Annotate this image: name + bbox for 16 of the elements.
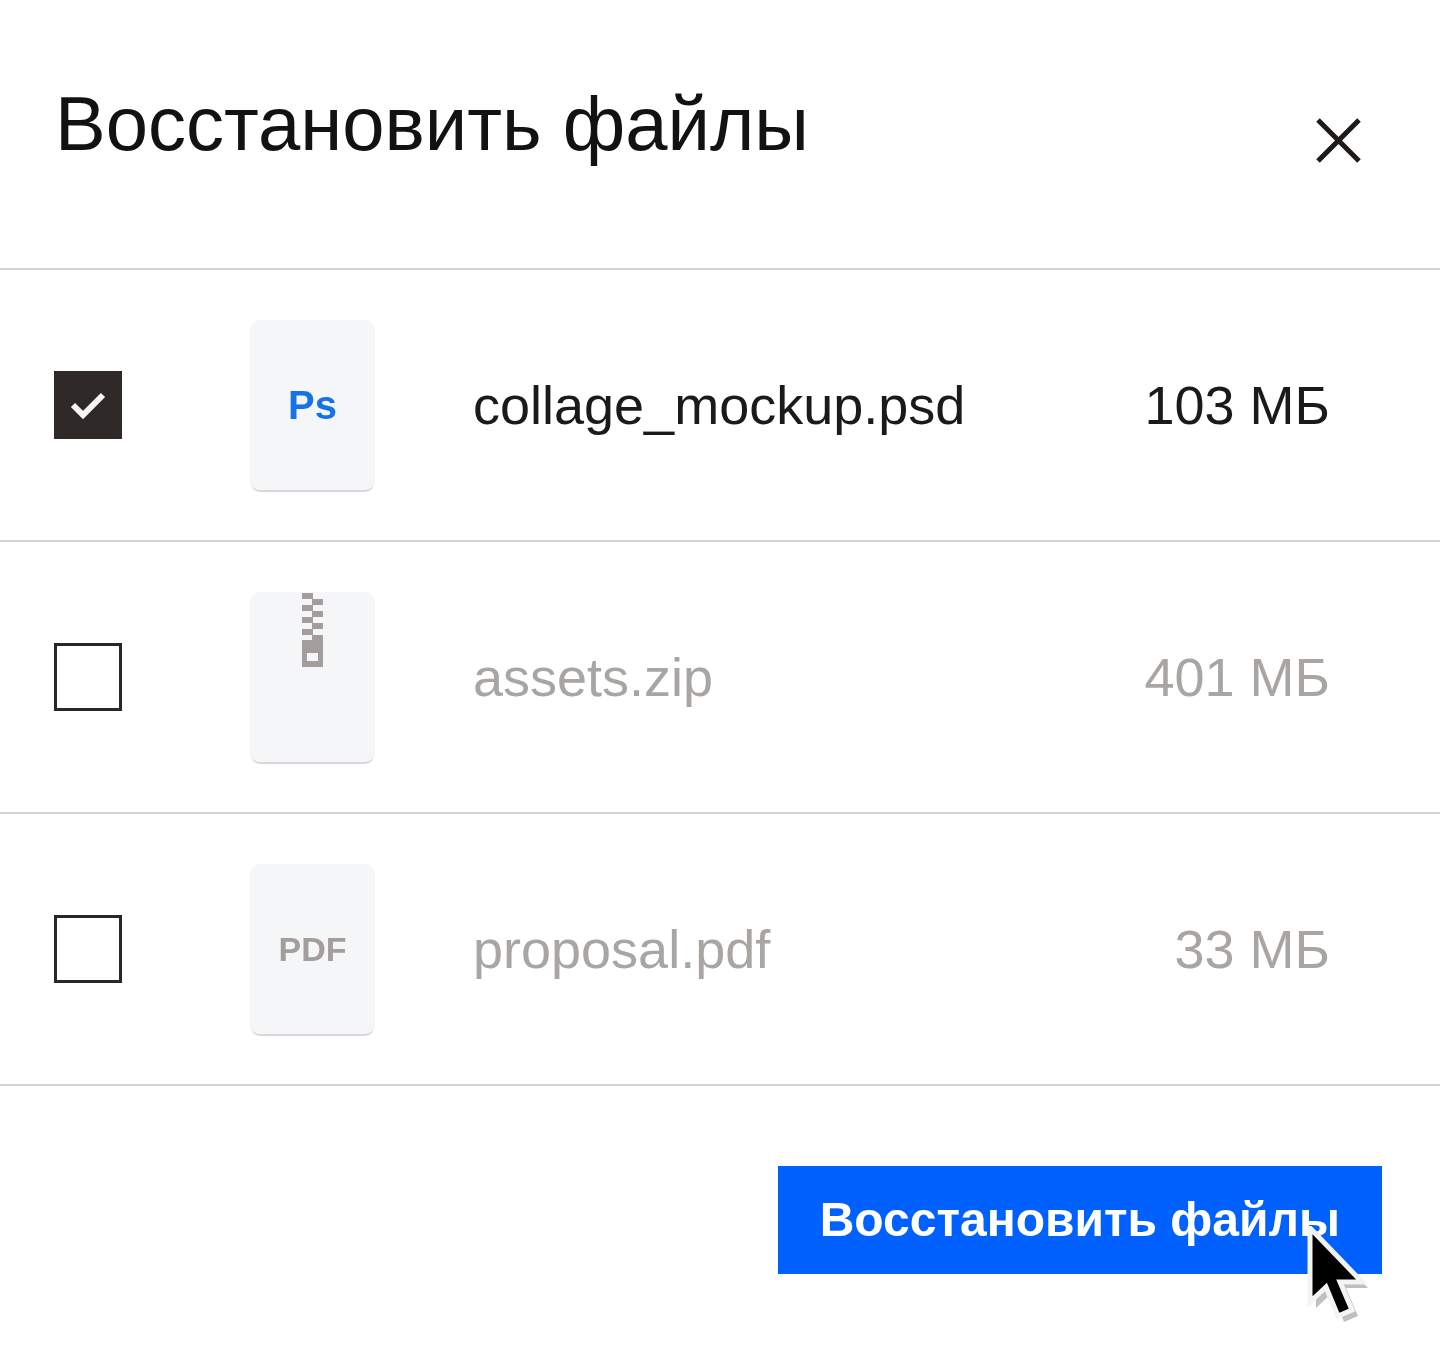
checkbox[interactable] xyxy=(54,371,122,439)
checkbox[interactable] xyxy=(54,915,122,983)
file-name: proposal.pdf xyxy=(473,917,771,981)
close-icon[interactable] xyxy=(1315,117,1362,164)
file-name: assets.zip xyxy=(473,645,714,709)
file-type-label: PDF xyxy=(278,932,347,966)
file-type-label: Ps xyxy=(288,385,337,425)
dialog-title: Восстановить файлы xyxy=(55,80,809,168)
zipper-icon xyxy=(302,593,323,667)
file-name: collage_mockup.psd xyxy=(473,373,966,437)
file-size: 401 МБ xyxy=(1144,645,1330,709)
checkbox[interactable] xyxy=(54,643,122,711)
restore-files-button[interactable]: Восстановить файлы xyxy=(777,1166,1382,1274)
check-icon xyxy=(69,390,107,420)
file-size: 33 МБ xyxy=(1174,917,1330,981)
file-size: 103 МБ xyxy=(1144,373,1330,437)
